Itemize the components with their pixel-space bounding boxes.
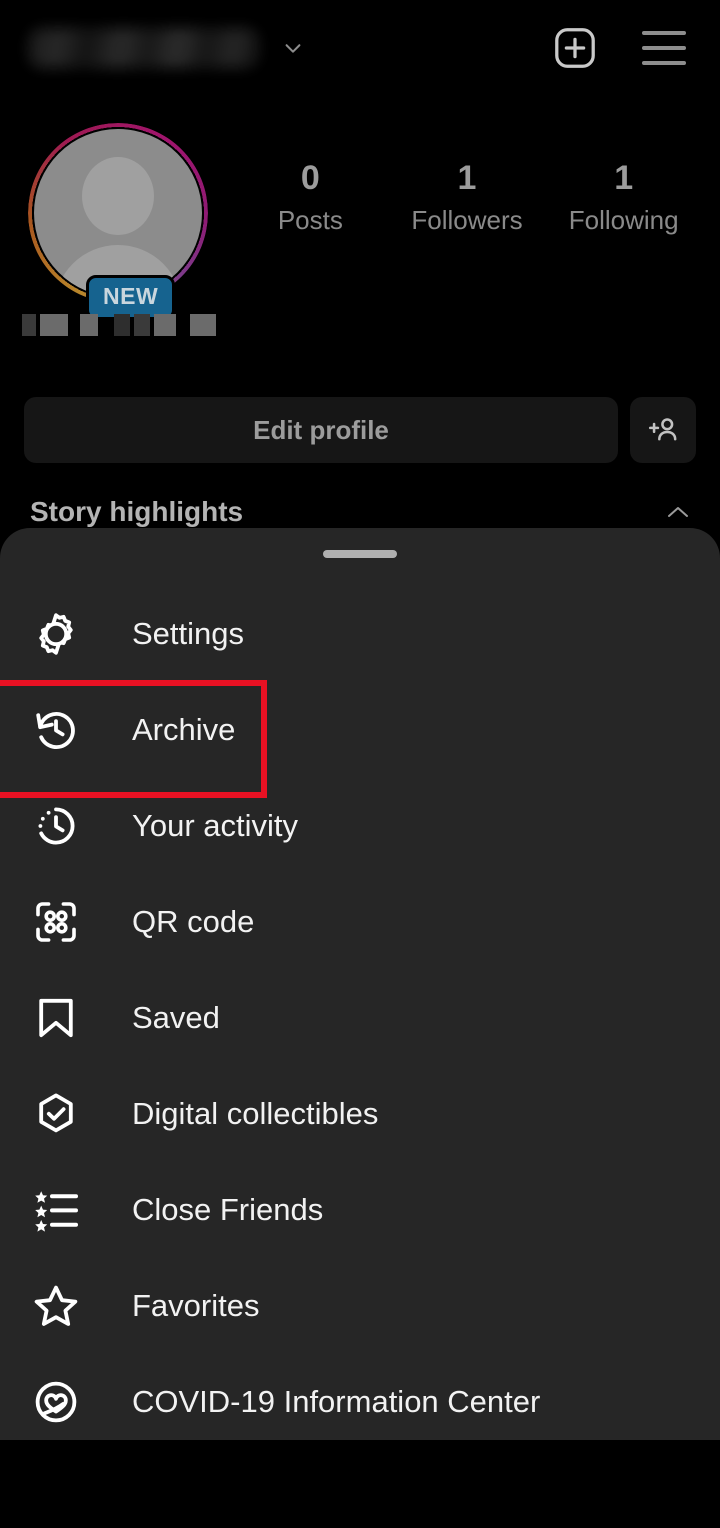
star-list-icon <box>28 1182 84 1238</box>
default-avatar-icon <box>34 129 202 297</box>
chevron-up-icon[interactable] <box>666 504 690 520</box>
chevron-down-icon[interactable] <box>282 37 304 59</box>
following-count: 1 <box>614 159 634 197</box>
menu-item-archive[interactable]: Archive <box>0 680 720 798</box>
menu-item-label: QR code <box>132 904 255 939</box>
posts-label: Posts <box>277 205 343 236</box>
menu-item-qr-code[interactable]: QR code <box>0 874 720 970</box>
menu-item-your-activity[interactable]: Your activity <box>0 778 720 874</box>
menu-item-label: Settings <box>132 616 245 651</box>
following-label: Following <box>568 205 679 236</box>
top-bar <box>0 0 720 96</box>
menu-item-close-friends[interactable]: Close Friends <box>0 1162 720 1258</box>
menu-item-saved[interactable]: Saved <box>0 970 720 1066</box>
menu-item-favorites[interactable]: Favorites <box>0 1258 720 1354</box>
menu-item-label: Saved <box>132 1000 220 1035</box>
hamburger-menu-icon[interactable] <box>642 31 686 65</box>
display-name-redacted <box>22 314 226 338</box>
menu-list: Settings Archive Your activity QR code S… <box>0 586 720 1440</box>
menu-item-label: Favorites <box>132 1288 260 1323</box>
menu-item-digital-collectibles[interactable]: Digital collectibles <box>0 1066 720 1162</box>
hexagon-check-icon <box>28 1086 84 1142</box>
profile-actions: Edit profile <box>0 396 720 464</box>
stat-following[interactable]: 1 Following <box>545 159 702 236</box>
profile-header: NEW 0 Posts 1 Followers 1 Following <box>0 96 720 336</box>
bottom-sheet-menu: Settings Archive Your activity QR code S… <box>0 528 720 1440</box>
gear-icon <box>28 606 84 662</box>
edit-profile-button[interactable]: Edit profile <box>24 397 618 463</box>
profile-stats: 0 Posts 1 Followers 1 Following <box>232 159 702 236</box>
story-highlights-section: Story highlights <box>0 496 720 528</box>
menu-item-label: Digital collectibles <box>132 1096 379 1131</box>
add-person-button[interactable] <box>630 397 696 463</box>
covid-heart-icon <box>28 1374 84 1430</box>
username-redacted <box>28 28 260 68</box>
menu-item-settings[interactable]: Settings <box>0 586 720 682</box>
menu-item-label: Archive <box>132 712 236 747</box>
avatar[interactable]: NEW <box>28 123 208 320</box>
qr-code-icon <box>28 894 84 950</box>
username-switcher[interactable] <box>28 28 304 68</box>
stat-posts[interactable]: 0 Posts <box>232 159 389 236</box>
followers-label: Followers <box>411 205 523 236</box>
instagram-profile-screen: NEW 0 Posts 1 Followers 1 Following Edit… <box>0 0 720 1528</box>
menu-item-label: Your activity <box>132 808 298 843</box>
plus-square-icon[interactable] <box>552 25 598 71</box>
menu-item-label: COVID-19 Information Center <box>132 1384 541 1419</box>
drag-handle[interactable] <box>323 550 397 558</box>
archive-clock-icon <box>28 702 84 758</box>
top-bar-actions <box>552 25 686 71</box>
menu-item-covid-info-center[interactable]: COVID-19 Information Center <box>0 1354 720 1440</box>
star-icon <box>28 1278 84 1334</box>
add-person-icon <box>646 413 680 447</box>
posts-count: 0 <box>300 159 320 197</box>
bookmark-icon <box>28 990 84 1046</box>
stat-followers[interactable]: 1 Followers <box>389 159 546 236</box>
followers-count: 1 <box>457 159 477 197</box>
activity-clock-icon <box>28 798 84 854</box>
menu-item-label: Close Friends <box>132 1192 324 1227</box>
story-highlights-title: Story highlights <box>30 496 244 527</box>
